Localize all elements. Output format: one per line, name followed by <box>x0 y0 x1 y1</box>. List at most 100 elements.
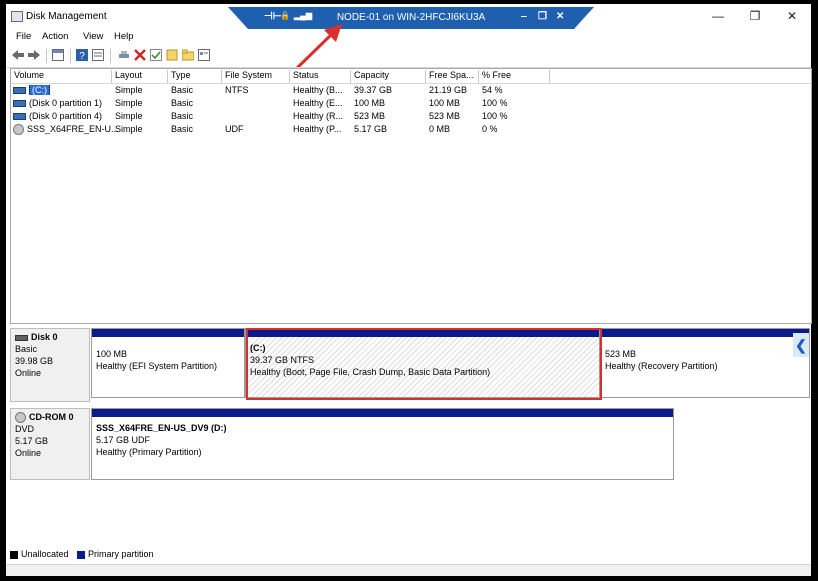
forward-arrow-icon[interactable] <box>28 49 40 61</box>
view-icon[interactable] <box>198 49 210 61</box>
disk-graphical-view: Disk 0 Basic 39.98 GB Online 39.37 GB NT… <box>10 324 810 549</box>
volume-file-system: UDF <box>225 124 244 134</box>
disk-kind: DVD <box>15 424 35 435</box>
menu-help[interactable]: Help <box>114 31 134 42</box>
volume-layout: Simple <box>115 98 143 108</box>
connect-icon[interactable] <box>118 49 130 61</box>
volume-type: Basic <box>171 124 194 134</box>
check-icon[interactable] <box>150 49 162 61</box>
partition-status: Healthy (Primary Partition) <box>96 447 202 457</box>
column-volume[interactable]: Volume <box>11 70 112 83</box>
partition-status: Healthy (EFI System Partition) <box>96 361 218 371</box>
volume-layout: Simple <box>115 111 143 121</box>
partition-bar <box>92 409 673 417</box>
volume-capacity: 39.37 GB <box>354 85 393 95</box>
toolbar: ? <box>6 45 811 68</box>
new-icon[interactable] <box>166 49 178 61</box>
volume-status: Healthy (B... <box>293 85 343 95</box>
partition-title: SSS_X64FRE_EN-US_DV9 (D:) <box>96 423 227 433</box>
menu-file[interactable]: File <box>16 31 31 42</box>
legend: Unallocated Primary partition <box>10 549 810 563</box>
partition-dvd[interactable]: SSS_X64FRE_EN-US_DV9 (D:) 5.17 GB UDF He… <box>91 408 674 480</box>
unallocated-swatch <box>10 550 18 559</box>
volume-free-space: 100 MB <box>429 98 461 108</box>
partition-efi[interactable]: 39.37 GB NTFS 100 MB Healthy (EFI System… <box>91 328 245 398</box>
disk-state: Online <box>15 448 42 459</box>
volume-status: Healthy (R... <box>293 111 344 121</box>
disk-management-window: Disk Management — ❐ ✕ ⊣⊢ 🔒 ▂▄▆ NODE-01 o… <box>6 4 812 576</box>
disk-size: 39.98 GB <box>15 356 54 366</box>
volume-row[interactable]: (Disk 0 partition 4) Simple Basic Health… <box>11 110 811 123</box>
volume-list-header: Volume Layout Type File System Status Ca… <box>11 69 811 84</box>
volume-icon <box>13 87 26 95</box>
column-capacity[interactable]: Capacity <box>351 70 426 83</box>
partition-size: 5.17 GB UDF <box>96 435 151 445</box>
status-bar <box>6 564 811 576</box>
help-icon[interactable]: ? <box>76 49 88 61</box>
volume-type: Basic <box>171 111 194 121</box>
column-percent-free[interactable]: % Free <box>479 70 550 83</box>
remote-minimize-button[interactable]: ‒ <box>521 11 527 22</box>
disk-0-label[interactable]: Disk 0 Basic 39.98 GB Online <box>10 328 90 402</box>
volume-name: (Disk 0 partition 1) <box>29 98 103 108</box>
toolbar-separator <box>46 49 47 63</box>
minimize-button[interactable]: — <box>703 8 733 24</box>
volume-type: Basic <box>171 98 194 108</box>
volume-capacity: 523 MB <box>354 111 386 121</box>
cdrom-icon <box>13 124 24 136</box>
volume-list[interactable]: Volume Layout Type File System Status Ca… <box>10 68 812 324</box>
disk-kind: Basic <box>15 344 38 354</box>
svg-text:?: ? <box>79 51 85 61</box>
volume-type: Basic <box>171 85 194 95</box>
volume-percent-free: 54 % <box>482 85 503 95</box>
remote-connection-bar[interactable]: ⊣⊢ 🔒 ▂▄▆ NODE-01 on WIN-2HFCJI6KU3A ‒ ❐ … <box>228 7 594 29</box>
partition-bar <box>92 329 244 337</box>
legend-primary: Primary partition <box>88 549 154 559</box>
disk-size: 5.17 GB <box>15 436 49 447</box>
volume-percent-free: 0 % <box>482 124 498 134</box>
folder-icon[interactable] <box>182 49 194 61</box>
toolbar-separator <box>70 49 71 63</box>
cdrom-0-label[interactable]: CD-ROM 0 DVD 5.17 GB Online <box>10 408 90 480</box>
disk-name: CD-ROM 0 <box>29 412 74 422</box>
disk-state: Online <box>15 368 42 378</box>
volume-row[interactable]: (C:) Simple Basic NTFS Healthy (B... 39.… <box>11 84 811 97</box>
maximize-button[interactable]: ❐ <box>740 8 770 24</box>
volume-name: (Disk 0 partition 4) <box>29 111 103 121</box>
partition-bar <box>601 329 809 337</box>
volume-row[interactable]: SSS_X64FRE_EN-U... Simple Basic UDF Heal… <box>11 123 811 136</box>
menu-action[interactable]: Action <box>42 31 68 42</box>
volume-percent-free: 100 % <box>482 98 508 108</box>
remote-close-button[interactable]: ✕ <box>556 11 564 22</box>
volume-icon <box>13 113 26 121</box>
remote-restore-button[interactable]: ❐ <box>538 11 547 22</box>
partition-size: 100 MB <box>96 349 128 359</box>
cdrom-icon <box>15 412 26 424</box>
back-arrow-icon[interactable] <box>12 49 24 61</box>
menu-bar: File Action View Help <box>6 28 811 44</box>
partition-status: Healthy (Recovery Partition) <box>605 361 718 371</box>
menu-view[interactable]: View <box>83 31 103 42</box>
partition-recovery[interactable]: 523 MB Healthy (Recovery Partition) ❮ <box>600 328 810 398</box>
close-button[interactable]: ✕ <box>777 8 807 24</box>
volume-row[interactable]: (Disk 0 partition 1) Simple Basic Health… <box>11 97 811 110</box>
column-type[interactable]: Type <box>168 70 222 83</box>
column-file-system[interactable]: File System <box>222 70 290 83</box>
column-layout[interactable]: Layout <box>112 70 168 83</box>
properties-icon[interactable] <box>92 49 104 61</box>
console-tree-icon[interactable] <box>52 49 64 61</box>
volume-layout: Simple <box>115 85 143 95</box>
highlight-box <box>246 328 602 400</box>
delete-icon[interactable] <box>134 49 146 61</box>
column-free-space[interactable]: Free Spa... <box>426 70 479 83</box>
legend-unallocated: Unallocated <box>21 549 69 559</box>
volume-status: Healthy (E... <box>293 98 343 108</box>
volume-free-space: 0 MB <box>429 124 451 134</box>
disk-name: Disk 0 <box>31 332 58 342</box>
column-status[interactable]: Status <box>290 70 351 83</box>
primary-swatch <box>77 550 86 559</box>
volume-status: Healthy (P... <box>293 124 342 134</box>
window-title: Disk Management <box>26 11 107 22</box>
chevron-left-icon[interactable]: ❮ <box>793 333 809 357</box>
volume-name: (C:) <box>29 85 50 95</box>
